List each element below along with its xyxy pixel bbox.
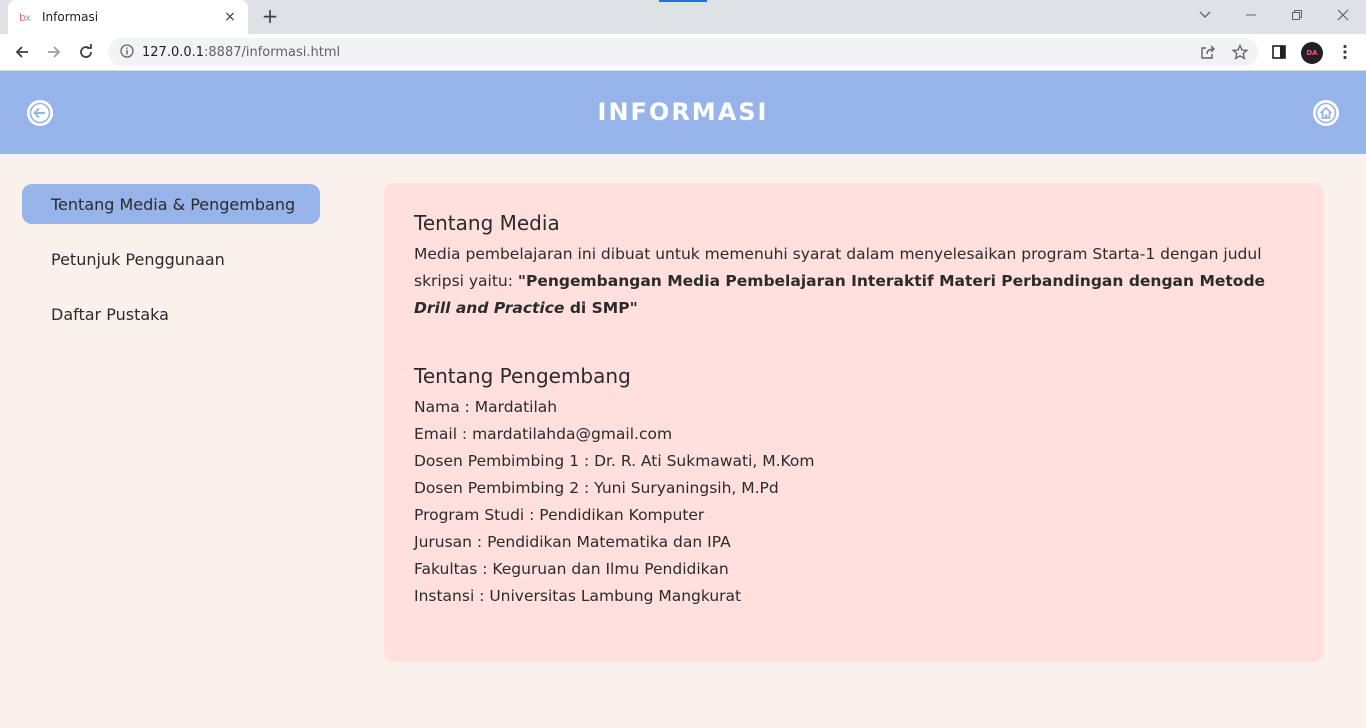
svg-text:x: x — [25, 13, 31, 24]
info-instansi: Instansi : Universitas Lambung Mangkurat — [414, 587, 742, 605]
info-nama: Nama : Mardatilah — [414, 398, 558, 416]
restore-icon[interactable] — [1285, 6, 1309, 24]
page-header: INFORMASI — [0, 71, 1366, 154]
new-tab-button[interactable]: + — [258, 6, 282, 28]
back-arrow-icon[interactable] — [10, 40, 34, 64]
home-icon — [1315, 102, 1337, 124]
info-program-studi: Program Studi : Pendidikan Komputer — [414, 506, 705, 524]
site-info-icon[interactable] — [120, 43, 134, 62]
sidebar-item-petunjuk[interactable]: Petunjuk Penggunaan — [22, 239, 320, 279]
home-button[interactable] — [1313, 100, 1339, 126]
forward-arrow-icon[interactable] — [42, 40, 66, 64]
info-jurusan: Jurusan : Pendidikan Matematika dan IPA — [414, 533, 731, 551]
tab-strip-indicator — [659, 0, 707, 2]
thesis-title-italic: Drill and Practice — [414, 299, 565, 317]
favicon-icon: bx — [18, 9, 34, 25]
minimize-icon[interactable] — [1239, 6, 1263, 24]
address-bar[interactable]: 127.0.0.1:8887/informasi.html — [108, 38, 1258, 66]
close-window-icon[interactable] — [1331, 6, 1355, 24]
menu-kebab-icon[interactable] — [1336, 43, 1354, 61]
media-section-title: Tentang Media — [414, 211, 560, 235]
info-pembimbing-1: Dosen Pembimbing 1 : Dr. R. Ati Sukmawat… — [414, 452, 815, 470]
reload-icon[interactable] — [74, 40, 98, 64]
content-card: Tentang Media Media pembelajaran ini dib… — [384, 183, 1324, 662]
share-icon[interactable] — [1199, 43, 1217, 61]
tab-title: Informasi — [42, 10, 99, 24]
sidebar-item-pustaka[interactable]: Daftar Pustaka — [22, 294, 320, 334]
profile-avatar[interactable]: DA — [1301, 42, 1323, 64]
url-text: 127.0.0.1:8887/informasi.html — [142, 45, 340, 60]
sidebar-nav: Tentang Media & Pengembang Petunjuk Peng… — [22, 184, 320, 349]
developer-info: Nama : Mardatilah Email : mardatilahda@g… — [414, 394, 1294, 610]
thesis-title-part-1: "Pengembangan Media Pembelajaran Interak… — [517, 272, 1266, 290]
sidebar-item-tentang[interactable]: Tentang Media & Pengembang — [22, 184, 320, 224]
info-pembimbing-2: Dosen Pembimbing 2 : Yuni Suryaningsih, … — [414, 479, 779, 497]
url-path: :8887/informasi.html — [204, 44, 341, 60]
info-fakultas: Fakultas : Keguruan dan Ilmu Pendidikan — [414, 560, 729, 578]
tab-close-icon[interactable]: × — [222, 9, 238, 25]
browser-tabbar: bx Informasi × + — [0, 0, 1366, 34]
url-host: 127.0.0.1 — [142, 44, 205, 60]
side-panel-icon[interactable] — [1270, 43, 1288, 61]
info-email: Email : mardatilahda@gmail.com — [414, 425, 673, 443]
bookmark-star-icon[interactable] — [1231, 43, 1249, 61]
developer-section-title: Tentang Pengembang — [414, 364, 631, 388]
page-title: INFORMASI — [597, 98, 769, 126]
thesis-title-part-2: di SMP" — [564, 299, 638, 317]
browser-tab[interactable]: bx Informasi × — [8, 0, 248, 34]
tab-search-icon[interactable] — [1193, 6, 1217, 24]
media-description: Media pembelajaran ini dibuat untuk meme… — [414, 241, 1294, 322]
browser-toolbar: 127.0.0.1:8887/informasi.html DA — [0, 34, 1366, 71]
